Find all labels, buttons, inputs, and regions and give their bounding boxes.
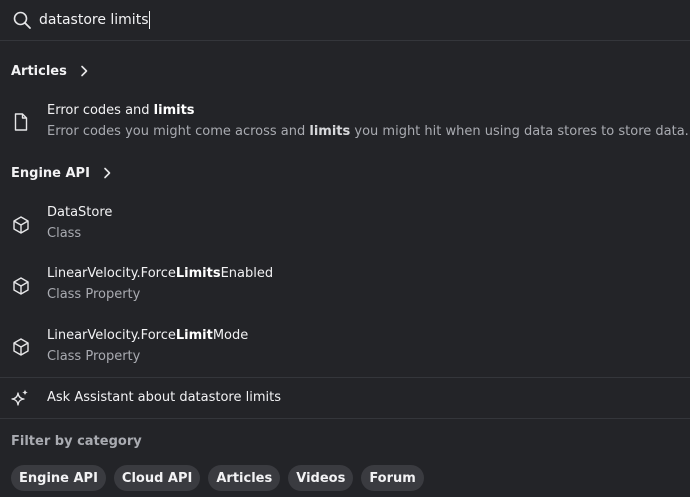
section-label-engine-api: Engine API xyxy=(11,165,90,181)
result-title: DataStore xyxy=(47,205,112,220)
chevron-right-icon xyxy=(104,167,111,179)
result-title: LinearVelocity.ForceLimitMode xyxy=(47,328,248,343)
result-article-error-codes[interactable]: Error codes and limits Error codes you m… xyxy=(0,103,690,155)
text-segment: Mode xyxy=(212,328,249,343)
text-segment: Error codes you might come across and xyxy=(47,124,310,139)
ask-assistant-button[interactable]: Ask Assistant about datastore limits xyxy=(0,379,690,417)
highlighted-match: limits xyxy=(153,103,195,118)
chip-videos[interactable]: Videos xyxy=(288,465,354,491)
divider xyxy=(0,377,690,378)
text-segment: LinearVelocity.Force xyxy=(47,328,176,343)
result-type: Class Property xyxy=(47,287,141,302)
category-chips: Engine API Cloud API Articles Videos For… xyxy=(11,465,424,491)
sparkle-icon xyxy=(11,389,28,406)
result-type: Class Property xyxy=(47,349,141,364)
chip-engine-api[interactable]: Engine API xyxy=(11,465,106,491)
cube-icon xyxy=(13,277,29,295)
highlighted-match: Limit xyxy=(175,328,213,343)
chip-forum[interactable]: Forum xyxy=(361,465,424,491)
result-description: Error codes you might come across and li… xyxy=(47,124,689,139)
text-segment: LinearVelocity.Force xyxy=(47,266,176,281)
filter-title: Filter by category xyxy=(11,434,142,449)
result-type: Class xyxy=(47,226,82,241)
result-force-limits-enabled[interactable]: LinearVelocity.ForceLimitsEnabled Class … xyxy=(0,266,690,318)
section-label-articles: Articles xyxy=(11,63,67,79)
highlighted-match: Limits xyxy=(175,266,221,281)
section-header-engine-api[interactable]: Engine API xyxy=(11,163,112,183)
chip-cloud-api[interactable]: Cloud API xyxy=(113,465,201,491)
result-datastore[interactable]: DataStore Class xyxy=(0,205,690,257)
text-segment: DataStore xyxy=(47,205,113,220)
search-icon xyxy=(13,11,31,29)
chip-articles[interactable]: Articles xyxy=(208,465,281,491)
search-query: datastore limits xyxy=(39,12,149,28)
document-icon xyxy=(14,113,28,131)
divider xyxy=(0,418,690,419)
ask-assistant-label: Ask Assistant about datastore limits xyxy=(47,390,281,405)
section-header-articles[interactable]: Articles xyxy=(11,61,89,81)
text-caret xyxy=(149,11,151,29)
result-force-limit-mode[interactable]: LinearVelocity.ForceLimitMode Class Prop… xyxy=(0,328,690,380)
search-input[interactable]: datastore limits xyxy=(39,9,639,31)
result-title: Error codes and limits xyxy=(47,103,195,118)
cube-icon xyxy=(13,338,29,356)
cube-icon xyxy=(13,216,29,234)
text-segment: Enabled xyxy=(220,266,274,281)
text-segment: you might hit when using data stores to … xyxy=(350,124,689,139)
highlighted-match: limits xyxy=(309,124,351,139)
text-segment: Error codes and xyxy=(47,103,154,118)
chevron-right-icon xyxy=(81,65,88,77)
search-bar: datastore limits xyxy=(0,0,690,41)
result-title: LinearVelocity.ForceLimitsEnabled xyxy=(47,266,273,281)
